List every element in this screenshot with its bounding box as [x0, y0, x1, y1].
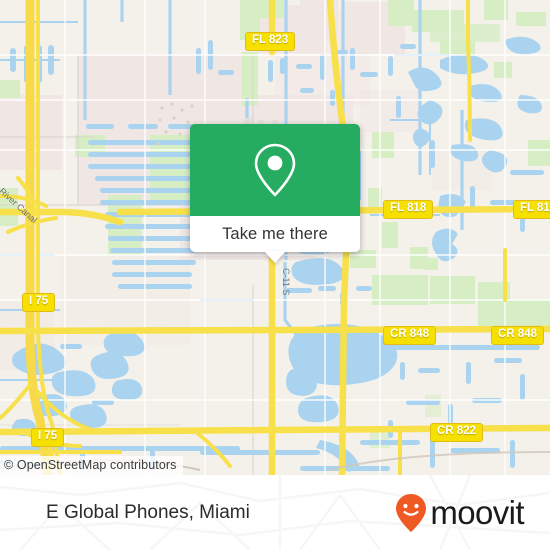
osm-attribution[interactable]: © OpenStreetMap contributors: [0, 456, 183, 475]
road-shield-fl818-left: FL 818: [383, 200, 434, 219]
map-pin-icon: [254, 143, 296, 197]
place-popup[interactable]: Take me there: [190, 124, 360, 263]
popup-tail: [264, 251, 286, 263]
road-shield-cr848-right: CR 848: [491, 326, 544, 345]
moovit-logo: moovit: [394, 493, 525, 533]
road-shield-fl818-right: FL 818: [513, 200, 550, 219]
road-shield-cr848-left: CR 848: [383, 326, 436, 345]
footer-bar: E Global Phones, Miami moovit: [0, 475, 550, 550]
road-shield-i75-lower: I 75: [31, 428, 65, 447]
canal-label-c11s: C-11 S: [281, 268, 291, 296]
moovit-wordmark: moovit: [430, 494, 524, 531]
road-shield-i75-upper: I 75: [22, 293, 56, 312]
road-shield-cr822: CR 822: [430, 423, 483, 442]
moovit-smiley-pin-icon: [396, 493, 427, 532]
place-title: E Global Phones, Miami: [46, 501, 250, 523]
road-shield-fl823: FL 823: [245, 32, 296, 51]
map-screenshot: .w{fill:#aad3f0} .pk{fill:#d7edc4} .res{…: [0, 0, 550, 550]
map-viewport[interactable]: .w{fill:#aad3f0} .pk{fill:#d7edc4} .res{…: [0, 0, 550, 475]
popup-action-bar[interactable]: Take me there: [190, 216, 360, 263]
popup-header: [190, 124, 360, 216]
take-me-there-label: Take me there: [222, 224, 328, 243]
